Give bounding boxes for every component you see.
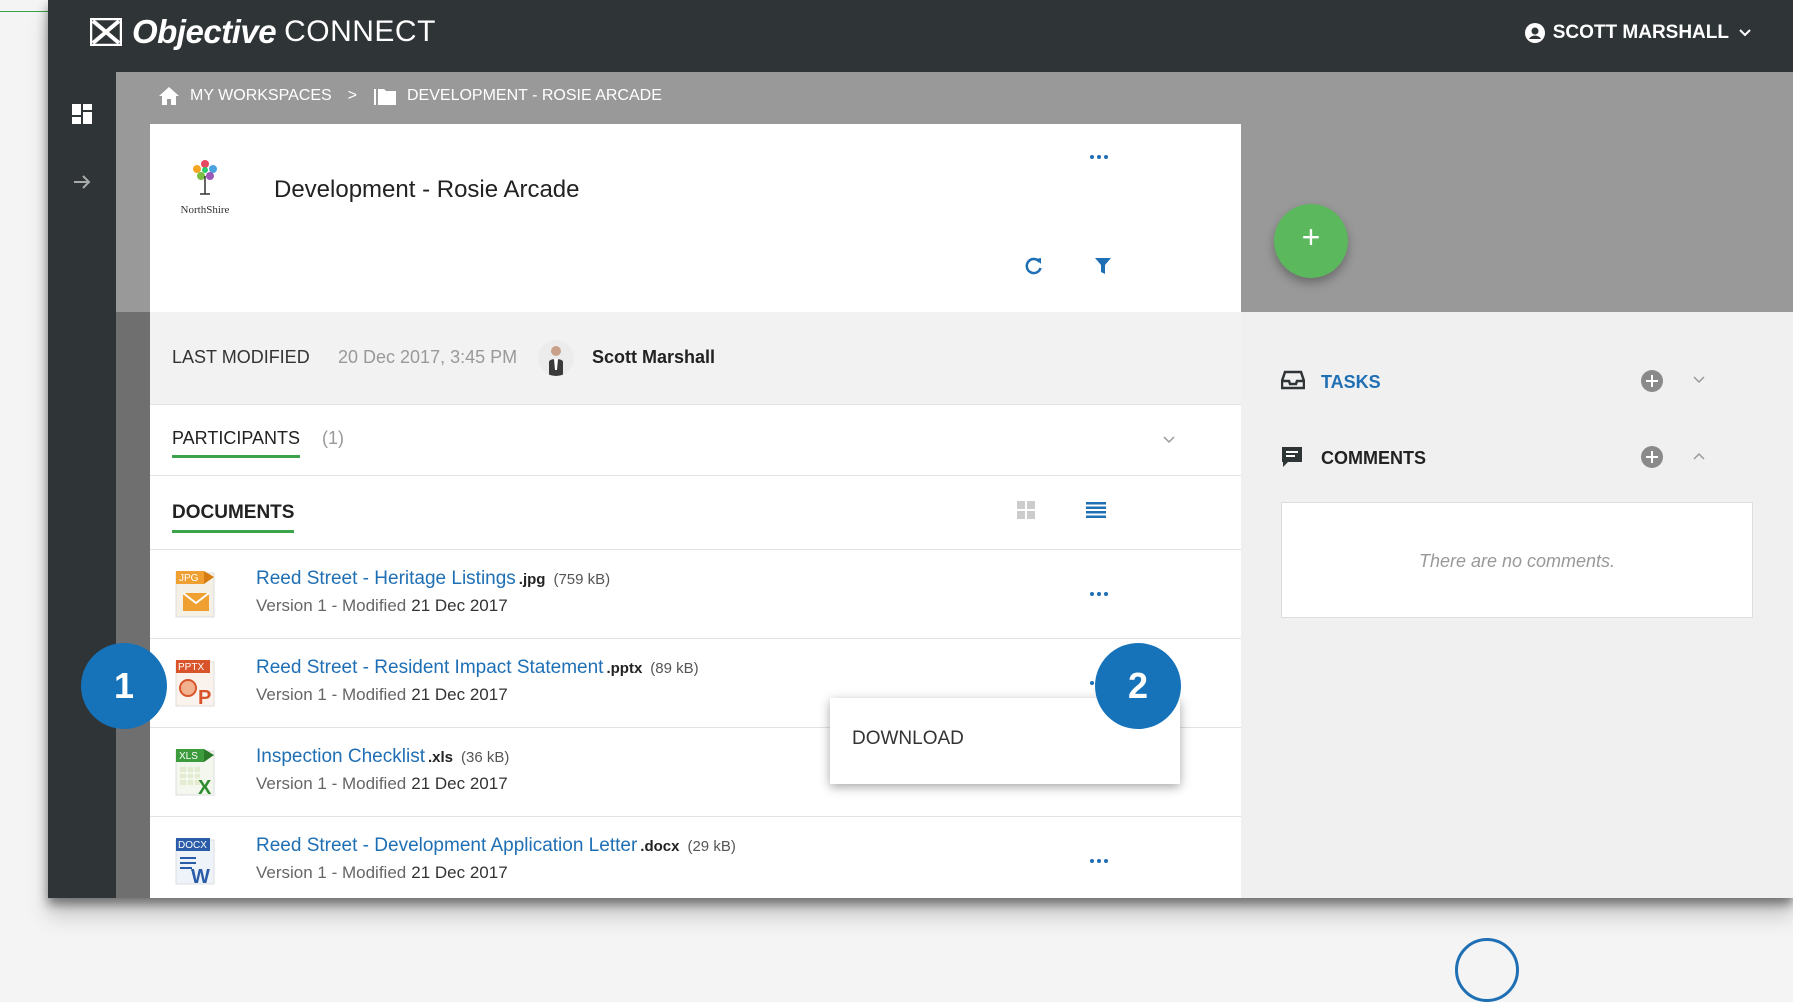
list-item[interactable]: JPG Reed Street - Heritage Listings .jpg(… bbox=[150, 550, 1241, 639]
callout-badge-1: 1 bbox=[81, 643, 167, 729]
docx-file-icon: DOCX W bbox=[175, 838, 215, 886]
user-name: SCOTT MARSHALL bbox=[1552, 22, 1729, 43]
document-more-button[interactable] bbox=[1090, 589, 1112, 599]
pptx-file-icon: PPTX P bbox=[175, 660, 215, 708]
xls-icon-label: XLS bbox=[179, 751, 198, 762]
chevron-down-icon[interactable] bbox=[1163, 436, 1175, 444]
user-avatar-icon bbox=[1524, 23, 1545, 43]
add-task-button[interactable] bbox=[1641, 370, 1663, 392]
document-meta: Version 1 - Modified 21 Dec 2017 bbox=[256, 596, 508, 615]
brand-name: Objective bbox=[132, 13, 277, 50]
comment-icon bbox=[1282, 447, 1302, 467]
workspace-card: NorthShire Development - Rosie Arcade bbox=[150, 124, 1241, 312]
document-more-button[interactable] bbox=[1090, 856, 1112, 866]
chevron-up-icon[interactable] bbox=[1693, 452, 1705, 460]
expand-arrow-icon[interactable] bbox=[70, 170, 94, 194]
comments-empty-box: There are no comments. bbox=[1281, 502, 1753, 618]
side-panel: TASKS COMMENTS There are no comments. bbox=[1241, 312, 1793, 898]
last-modified-bar: LAST MODIFIED 20 Dec 2017, 3:45 PM Scott… bbox=[150, 312, 1241, 405]
documents-label: DOCUMENTS bbox=[172, 502, 295, 533]
breadcrumb-separator: > bbox=[347, 87, 357, 104]
documents-header: DOCUMENTS bbox=[150, 476, 1241, 550]
comments-section[interactable]: COMMENTS bbox=[1281, 438, 1753, 478]
app-window: Objective CONNECT SCOTT MARSHALL MY WORK… bbox=[48, 0, 1793, 898]
jpg-file-icon: JPG bbox=[175, 571, 215, 618]
breadcrumb: MY WORKSPACES > DEVELOPMENT - ROSIE ARCA… bbox=[158, 86, 662, 106]
app-logo[interactable]: Objective CONNECT bbox=[90, 12, 436, 52]
participants-section[interactable]: PARTICIPANTS (1) bbox=[150, 404, 1241, 476]
left-nav bbox=[48, 72, 116, 898]
xls-file-icon: XLS X bbox=[175, 749, 215, 797]
grid-view-icon[interactable] bbox=[1016, 500, 1036, 520]
jpg-icon-label: JPG bbox=[179, 573, 199, 584]
document-link[interactable]: Inspection Checklist bbox=[256, 746, 425, 767]
product-name: CONNECT bbox=[284, 15, 436, 48]
list-item[interactable]: DOCX W Reed Street - Development Applica… bbox=[150, 817, 1241, 898]
home-icon[interactable] bbox=[158, 86, 180, 106]
docx-icon-label: DOCX bbox=[178, 840, 207, 851]
comments-label[interactable]: COMMENTS bbox=[1321, 448, 1426, 469]
participants-count: (1) bbox=[322, 428, 344, 448]
document-meta: Version 1 - Modified 21 Dec 2017 bbox=[256, 863, 508, 882]
tasks-section[interactable]: TASKS bbox=[1281, 362, 1753, 402]
last-modified-date: 20 Dec 2017, 3:45 PM bbox=[338, 347, 518, 367]
folder-icon bbox=[374, 89, 396, 105]
avatar bbox=[538, 340, 574, 376]
add-comment-button[interactable] bbox=[1641, 446, 1663, 468]
callout-badge-2: 2 bbox=[1095, 643, 1181, 729]
tasks-label[interactable]: TASKS bbox=[1321, 372, 1381, 393]
refresh-icon[interactable] bbox=[1024, 256, 1044, 276]
document-name: Reed Street - Resident Impact Statement.… bbox=[256, 657, 699, 678]
objective-logo-icon bbox=[90, 18, 122, 46]
document-meta: Version 1 - Modified 21 Dec 2017 bbox=[256, 774, 508, 793]
document-meta: Version 1 - Modified 21 Dec 2017 bbox=[256, 685, 508, 704]
add-fab-button[interactable]: + bbox=[1274, 204, 1348, 278]
user-menu[interactable]: SCOTT MARSHALL bbox=[1524, 22, 1759, 44]
inbox-icon bbox=[1281, 370, 1305, 390]
no-comments-text: There are no comments. bbox=[1418, 551, 1616, 571]
last-modified-user: Scott Marshall bbox=[592, 347, 716, 367]
chevron-down-icon[interactable] bbox=[1693, 376, 1705, 384]
document-name: Reed Street - Development Application Le… bbox=[256, 835, 736, 856]
svg-text:X: X bbox=[198, 777, 212, 797]
document-link[interactable]: Reed Street - Heritage Listings bbox=[256, 568, 516, 589]
filter-icon[interactable] bbox=[1094, 257, 1112, 275]
download-menu-item[interactable]: DOWNLOAD bbox=[852, 728, 964, 750]
svg-text:P: P bbox=[198, 687, 211, 708]
top-bar: Objective CONNECT SCOTT MARSHALL bbox=[48, 0, 1793, 72]
last-modified-label: LAST MODIFIED bbox=[172, 347, 310, 367]
chevron-down-icon bbox=[1739, 29, 1751, 37]
breadcrumb-current[interactable]: DEVELOPMENT - ROSIE ARCADE bbox=[407, 87, 662, 105]
document-link[interactable]: Reed Street - Resident Impact Statement bbox=[256, 657, 603, 678]
document-link[interactable]: Reed Street - Development Application Le… bbox=[256, 835, 637, 856]
breadcrumb-home[interactable]: MY WORKSPACES bbox=[190, 87, 332, 105]
workspace-title: Development - Rosie Arcade bbox=[274, 176, 580, 203]
dashboard-icon[interactable] bbox=[70, 102, 94, 126]
partial-callout-circle bbox=[1455, 938, 1519, 1002]
workspace-more-button[interactable] bbox=[1090, 152, 1112, 162]
svg-text:W: W bbox=[191, 866, 210, 886]
document-name: Inspection Checklist .xls (36 kB) bbox=[256, 746, 510, 767]
fab-plus: + bbox=[1301, 219, 1321, 255]
participants-label: PARTICIPANTS bbox=[172, 428, 301, 458]
northshire-logo-text: NorthShire bbox=[180, 204, 230, 216]
pptx-icon-label: PPTX bbox=[178, 662, 204, 673]
workspace-main-panel: LAST MODIFIED 20 Dec 2017, 3:45 PM Scott… bbox=[150, 312, 1241, 898]
list-view-icon[interactable] bbox=[1086, 502, 1106, 518]
document-name: Reed Street - Heritage Listings .jpg (759 … bbox=[256, 568, 611, 589]
